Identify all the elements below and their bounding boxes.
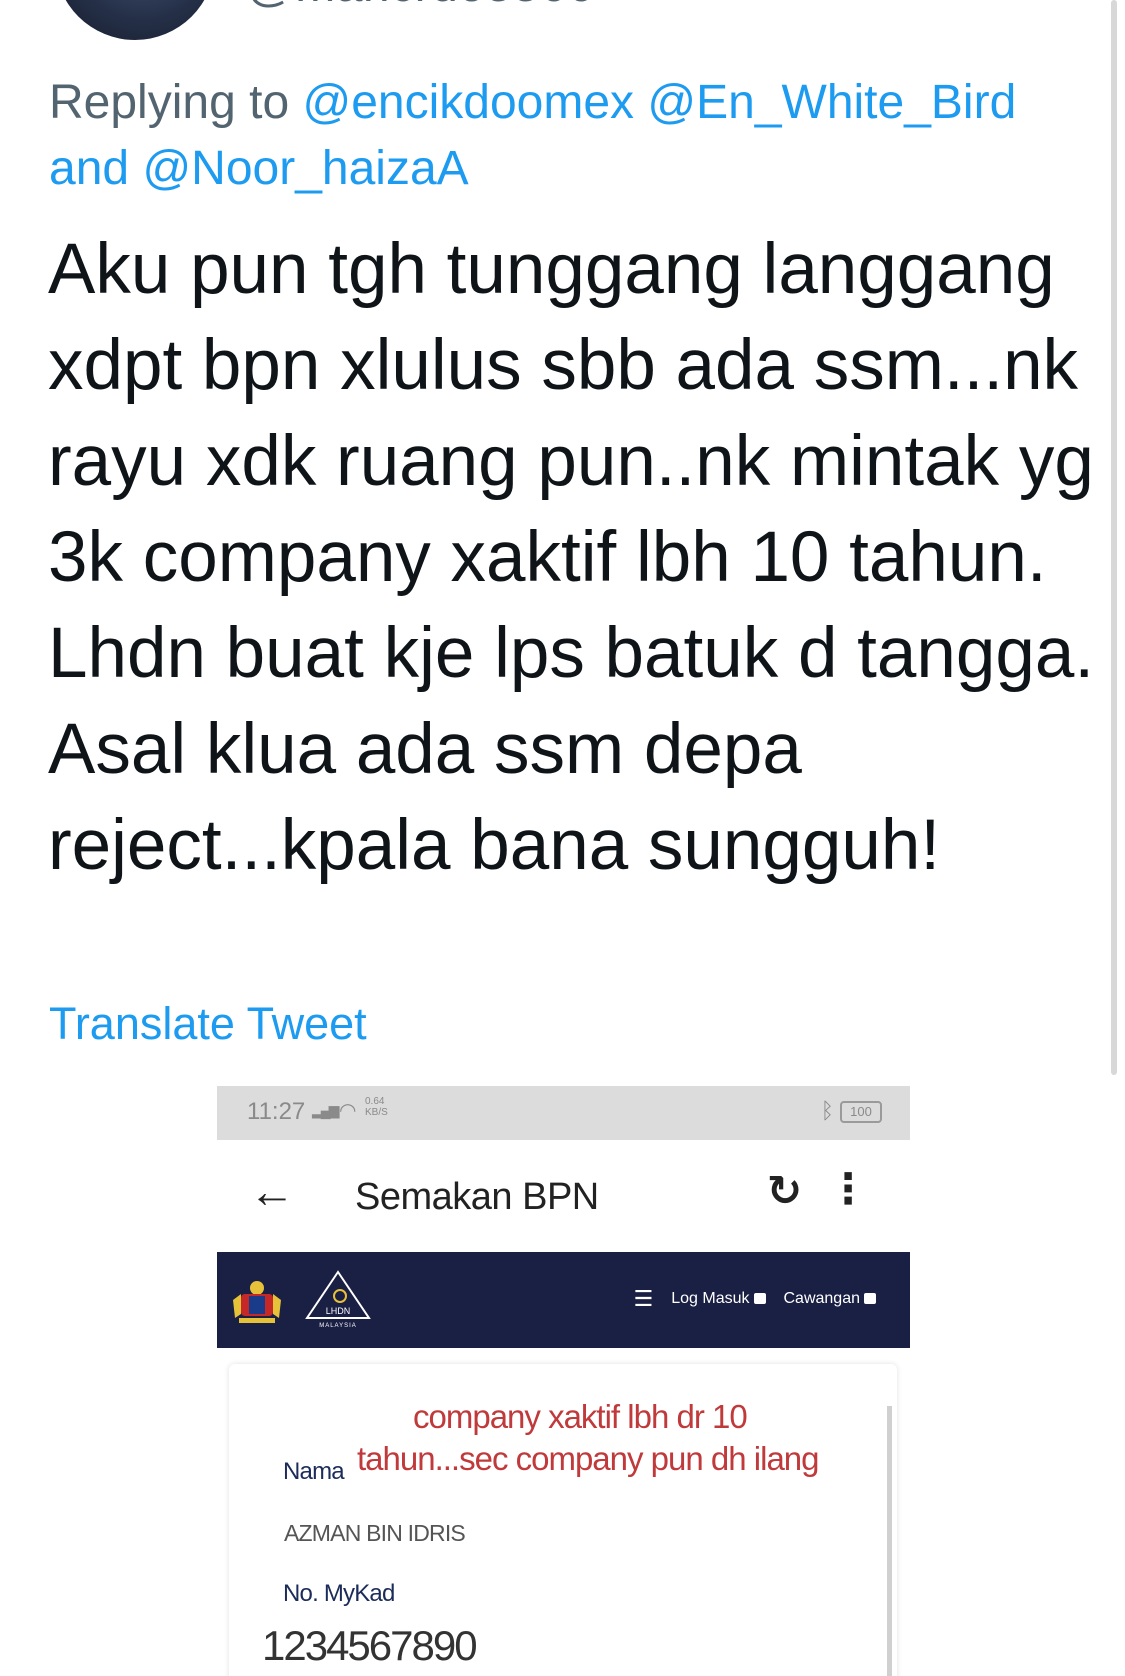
more-options-icon[interactable]: ⋮ <box>827 1164 869 1213</box>
replying-to: Replying to @encikdoomex @En_White_Bird … <box>49 70 1089 202</box>
lhdn-logo-text: LHDN <box>326 1306 351 1316</box>
bluetooth-icon: ᛒ <box>820 1098 834 1123</box>
attached-screenshot[interactable]: 11:27 ▂▄▆ ◠ 0.64 KB/S ᛒ 100 ← Semakan BP… <box>217 1086 910 1676</box>
tweet-text-line: Lhdn buat kje lps batuk d tangga. <box>48 614 1095 693</box>
mention-and[interactable]: and <box>49 142 129 195</box>
lhdn-logo-subtext: MALAYSIA <box>319 1323 357 1329</box>
tweet-text-line: 3k company xaktif lbh 10 tahun. <box>48 518 1047 597</box>
wifi-icon: ◠ <box>339 1100 357 1122</box>
back-arrow-icon[interactable]: ← <box>249 1164 295 1218</box>
nav-login[interactable]: Log Masuk <box>671 1290 766 1308</box>
briefcase-icon <box>864 1293 876 1305</box>
mention-link-encikdoomex[interactable]: @encikdoomex <box>302 76 634 129</box>
tweet-text-line: rayu xdk ruang pun..nk mintak yg <box>48 422 1094 501</box>
app-bar: ← Semakan BPN ↻ ⋮ <box>217 1140 910 1252</box>
refresh-icon[interactable]: ↻ <box>767 1166 802 1215</box>
battery-icon: 100 <box>840 1101 882 1123</box>
lhdn-logo-icon: LHDN MALAYSIA <box>305 1270 371 1329</box>
mykad-label: No. MyKad <box>283 1580 395 1607</box>
nav-login-label: Log Masuk <box>671 1290 750 1307</box>
nav-branch[interactable]: Cawangan <box>783 1290 876 1308</box>
malaysia-crest-icon <box>233 1281 281 1323</box>
handwritten-annotation: company xaktif lbh dr 10 tahun...sec com… <box>357 1396 877 1480</box>
name-label: Nama <box>283 1458 345 1485</box>
hamburger-menu-icon[interactable]: ☰ <box>634 1286 654 1312</box>
tweet-text: Aku pun tgh tunggang langgang xdpt bpn x… <box>48 222 1095 894</box>
tweet-text-line: Asal klua ada ssm depa <box>48 710 802 789</box>
avatar[interactable] <box>55 0 215 40</box>
author-handle[interactable]: @mahcrdo5566 <box>246 0 594 13</box>
tweet-page: @mahcrdo5566 Replying to @encikdoomex @E… <box>0 0 1125 1676</box>
tweet-text-line: Aku pun tgh tunggang langgang <box>48 230 1055 309</box>
translate-tweet-link[interactable]: Translate Tweet <box>49 998 367 1050</box>
card-scrollbar[interactable] <box>887 1406 892 1676</box>
tweet-text-line: xdpt bpn xlulus sbb ada ssm...nk <box>48 326 1079 405</box>
lock-icon <box>753 1293 766 1305</box>
annotation-line: tahun...sec company pun dh ilang <box>357 1440 820 1477</box>
nav-branch-label: Cawangan <box>783 1290 861 1307</box>
mention-link-en-white-bird[interactable]: @En_White_Bird <box>647 76 1016 129</box>
status-bar: 11:27 ▂▄▆ ◠ 0.64 KB/S ᛒ 100 <box>217 1086 910 1140</box>
network-speed-value: 0.64 <box>365 1096 385 1107</box>
app-title: Semakan BPN <box>355 1176 599 1218</box>
name-value: AZMAN BIN IDRIS <box>284 1520 466 1546</box>
lhdn-site-header: LHDN MALAYSIA ☰ Log Masuk Cawangan <box>217 1252 910 1348</box>
status-time: 11:27 <box>247 1098 306 1125</box>
tweet-text-line: reject...kpala bana sungguh! <box>48 806 941 885</box>
replying-to-label: Replying to <box>49 76 290 129</box>
network-speed: 0.64 KB/S <box>365 1096 388 1118</box>
annotation-line: company xaktif lbh dr 10 <box>413 1398 748 1435</box>
signal-icon: ▂▄▆ <box>312 1102 339 1118</box>
mykad-value: 1234567890 <box>262 1622 478 1669</box>
page-scrollbar[interactable] <box>1111 0 1117 1075</box>
network-speed-unit: KB/S <box>365 1107 388 1118</box>
site-nav: ☰ Log Masuk Cawangan <box>634 1286 876 1312</box>
mention-link-noor-haizaa[interactable]: @Noor_haizaA <box>142 142 468 195</box>
